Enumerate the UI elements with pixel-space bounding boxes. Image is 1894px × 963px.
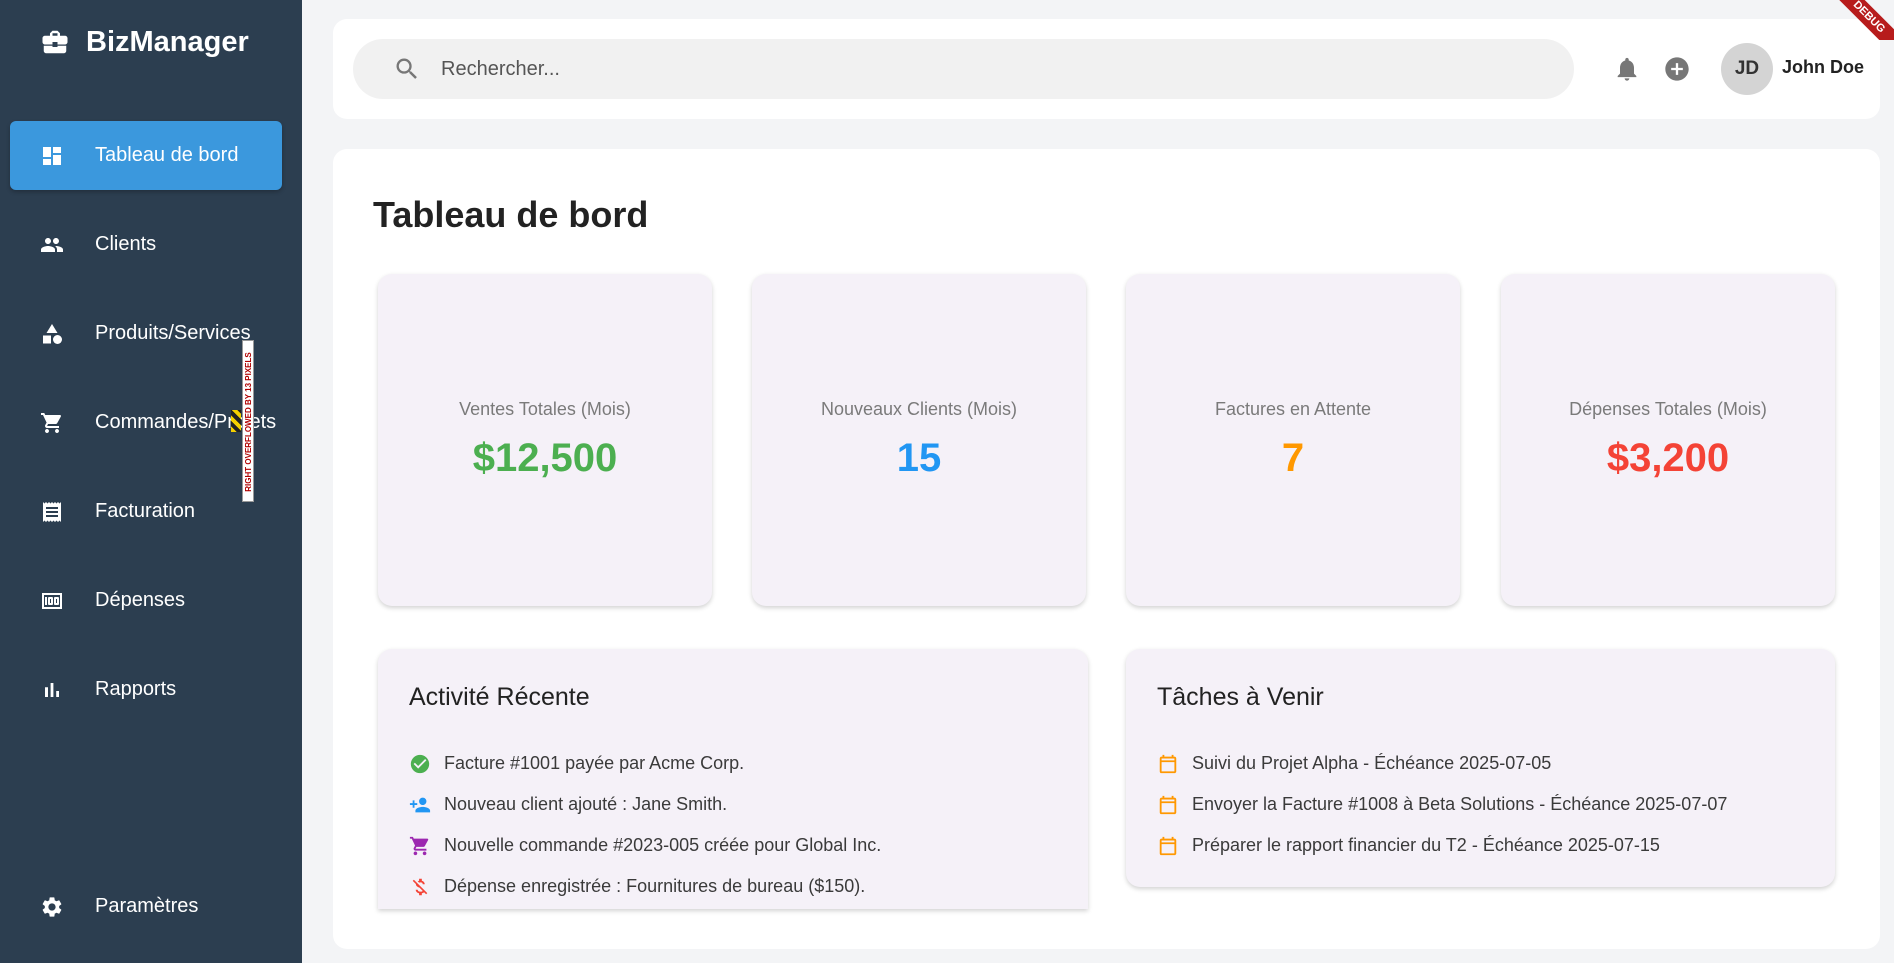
activity-list: Facture #1001 payée par Acme Corp. Nouve… [409, 743, 881, 907]
avatar[interactable]: JD [1721, 43, 1773, 95]
stat-label: Ventes Totales (Mois) [459, 399, 631, 419]
sidebar-item-label: Paramètres [95, 895, 199, 917]
stat-value: 15 [896, 436, 942, 480]
stat-label: Nouveaux Clients (Mois) [820, 399, 1018, 419]
list-item[interactable]: Dépense enregistrée : Fournitures de bur… [409, 866, 881, 907]
money-icon [40, 589, 64, 613]
recent-activity-panel: Activité Récente Facture #1001 payée par… [378, 649, 1088, 909]
stat-card-pending-invoices[interactable]: Factures en Attente 7 [1126, 274, 1460, 606]
brand[interactable]: BizManager [38, 24, 249, 60]
stat-label: Dépenses Totales (Mois) [1569, 399, 1767, 419]
calendar-icon [1157, 794, 1179, 816]
avatar-initials: JD [1734, 58, 1760, 79]
sidebar-item-label: Produits/Services [95, 322, 251, 344]
sidebar-item-label: Clients [95, 233, 157, 255]
tasks-list: Suivi du Projet Alpha - Échéance 2025-07… [1157, 743, 1727, 866]
calendar-icon [1157, 835, 1179, 857]
list-item[interactable]: Préparer le rapport financier du T2 - Éc… [1157, 825, 1727, 866]
overflow-warning-text: RIGHT OVERFLOWED BY 13 PIXELS [244, 352, 253, 492]
panel-title: Tâches à Venir [1157, 683, 1324, 711]
sidebar-item-dashboard[interactable]: Tableau de bord [10, 121, 282, 190]
upcoming-tasks-panel: Tâches à Venir Suivi du Projet Alpha - É… [1126, 649, 1835, 887]
calendar-icon [1157, 753, 1179, 775]
overflow-warning: RIGHT OVERFLOWED BY 13 PIXELS [242, 340, 254, 502]
overflow-indicator [231, 410, 241, 432]
gear-icon [40, 895, 64, 919]
debug-banner-text: DEBUG [1834, 0, 1894, 40]
sidebar-item-clients[interactable]: Clients [10, 210, 282, 279]
stat-card-sales[interactable]: Ventes Totales (Mois) $12,500 [378, 274, 712, 606]
list-item[interactable]: Suivi du Projet Alpha - Échéance 2025-07… [1157, 743, 1727, 784]
stat-card-expenses[interactable]: Dépenses Totales (Mois) $3,200 [1501, 274, 1835, 606]
list-item-text: Facture #1001 payée par Acme Corp. [444, 753, 745, 773]
dashboard-icon [40, 144, 64, 168]
cart-icon [40, 411, 64, 435]
sidebar-item-expenses[interactable]: Dépenses [10, 566, 282, 635]
sidebar: BizManager Tableau de bord Clients Produ… [0, 0, 302, 963]
sidebar-item-reports[interactable]: Rapports [10, 655, 282, 724]
money-off-icon [409, 876, 431, 898]
stat-card-new-clients[interactable]: Nouveaux Clients (Mois) 15 [752, 274, 1086, 606]
search-bar[interactable] [353, 39, 1574, 99]
page-title: Tableau de bord [373, 194, 649, 235]
list-item-text: Envoyer la Facture #1008 à Beta Solution… [1192, 794, 1728, 814]
person-add-icon [409, 794, 431, 816]
list-item[interactable]: Facture #1001 payée par Acme Corp. [409, 743, 881, 784]
list-item-text: Nouvelle commande #2023-005 créée pour G… [444, 835, 882, 855]
sidebar-item-label: Dépenses [95, 589, 186, 611]
debug-banner: DEBUG [1834, 0, 1894, 40]
search-input[interactable] [441, 57, 1341, 81]
sidebar-item-label: Rapports [95, 678, 177, 700]
list-item-text: Dépense enregistrée : Fournitures de bur… [444, 876, 866, 896]
briefcase-icon [42, 30, 68, 54]
stat-value: $3,200 [1606, 436, 1730, 480]
user-name[interactable]: John Doe [1782, 57, 1864, 78]
stat-value: $12,500 [472, 436, 618, 480]
search-icon [396, 58, 417, 79]
stat-label: Factures en Attente [1214, 399, 1372, 419]
list-item-text: Suivi du Projet Alpha - Échéance 2025-07… [1192, 753, 1552, 773]
check-circle-icon [409, 753, 431, 775]
list-item[interactable]: Envoyer la Facture #1008 à Beta Solution… [1157, 784, 1727, 825]
top-bar: JD John Doe [333, 19, 1880, 119]
panel-title: Activité Récente [409, 683, 590, 711]
sidebar-item-label: Facturation [95, 500, 196, 522]
receipt-icon [40, 500, 64, 524]
add-circle-icon[interactable] [1663, 55, 1691, 83]
list-item-text: Préparer le rapport financier du T2 - Éc… [1192, 835, 1660, 855]
stat-value: 7 [1281, 436, 1305, 480]
category-icon [40, 322, 64, 346]
sidebar-item-settings[interactable]: Paramètres [10, 872, 282, 941]
brand-name: BizManager [86, 25, 249, 58]
list-item[interactable]: Nouveau client ajouté : Jane Smith. [409, 784, 881, 825]
bar-chart-icon [40, 678, 64, 702]
sidebar-item-label: Tableau de bord [95, 144, 239, 166]
cart-icon [409, 835, 431, 857]
list-item-text: Nouveau client ajouté : Jane Smith. [444, 794, 728, 814]
people-icon [40, 233, 64, 257]
main-panel: Tableau de bord Ventes Totales (Mois) $1… [333, 149, 1880, 949]
notifications-icon[interactable] [1613, 55, 1641, 83]
list-item[interactable]: Nouvelle commande #2023-005 créée pour G… [409, 825, 881, 866]
